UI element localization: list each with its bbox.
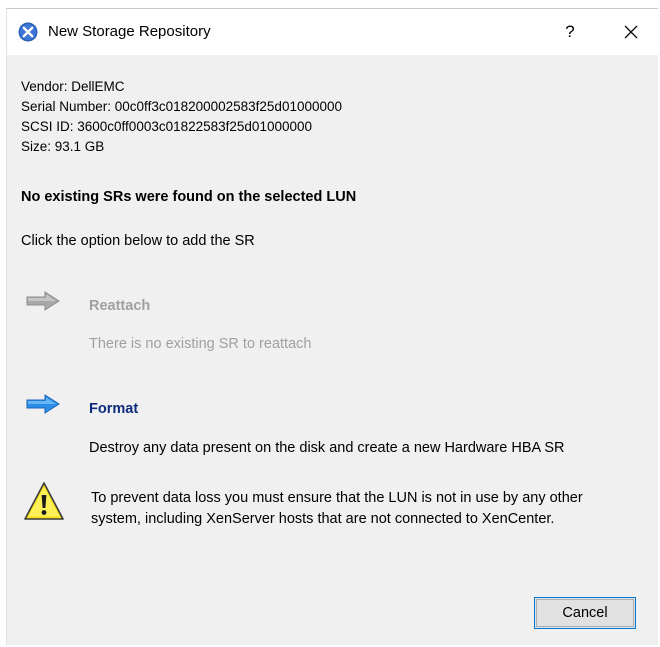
window-title: New Storage Repository xyxy=(48,23,211,40)
format-arrow-icon xyxy=(26,394,60,414)
format-description: Destroy any data present on the disk and… xyxy=(89,440,565,456)
reattach-option[interactable]: Reattach xyxy=(89,298,150,314)
cancel-button[interactable]: Cancel xyxy=(534,597,636,629)
warning-icon xyxy=(24,482,64,520)
close-icon[interactable] xyxy=(615,17,647,47)
dialog-window: New Storage Repository ? Vendor: DellEMC… xyxy=(6,8,658,645)
help-button[interactable]: ? xyxy=(555,17,585,47)
size-text: Size: 93.1 GB xyxy=(21,139,105,154)
vendor-text: Vendor: DellEMC xyxy=(21,79,125,94)
format-option[interactable]: Format xyxy=(89,401,138,417)
scsi-id-text: SCSI ID: 3600c0ff0003c01822583f25d010000… xyxy=(21,119,312,134)
title-bar: New Storage Repository ? xyxy=(7,9,658,55)
serial-number-text: Serial Number: 00c0ff3c018200002583f25d0… xyxy=(21,99,343,114)
reattach-arrow-icon xyxy=(26,291,60,311)
instruction-text: Click the option below to add the SR xyxy=(21,233,255,249)
reattach-description: There is no existing SR to reattach xyxy=(89,336,312,352)
no-srs-heading: No existing SRs were found on the select… xyxy=(21,189,357,205)
xencenter-app-icon xyxy=(18,22,38,42)
lun-info: Vendor: DellEMC Serial Number: 00c0ff3c0… xyxy=(21,77,342,157)
warning-text: To prevent data loss you must ensure tha… xyxy=(91,490,583,527)
dialog-content: Vendor: DellEMC Serial Number: 00c0ff3c0… xyxy=(7,55,658,645)
